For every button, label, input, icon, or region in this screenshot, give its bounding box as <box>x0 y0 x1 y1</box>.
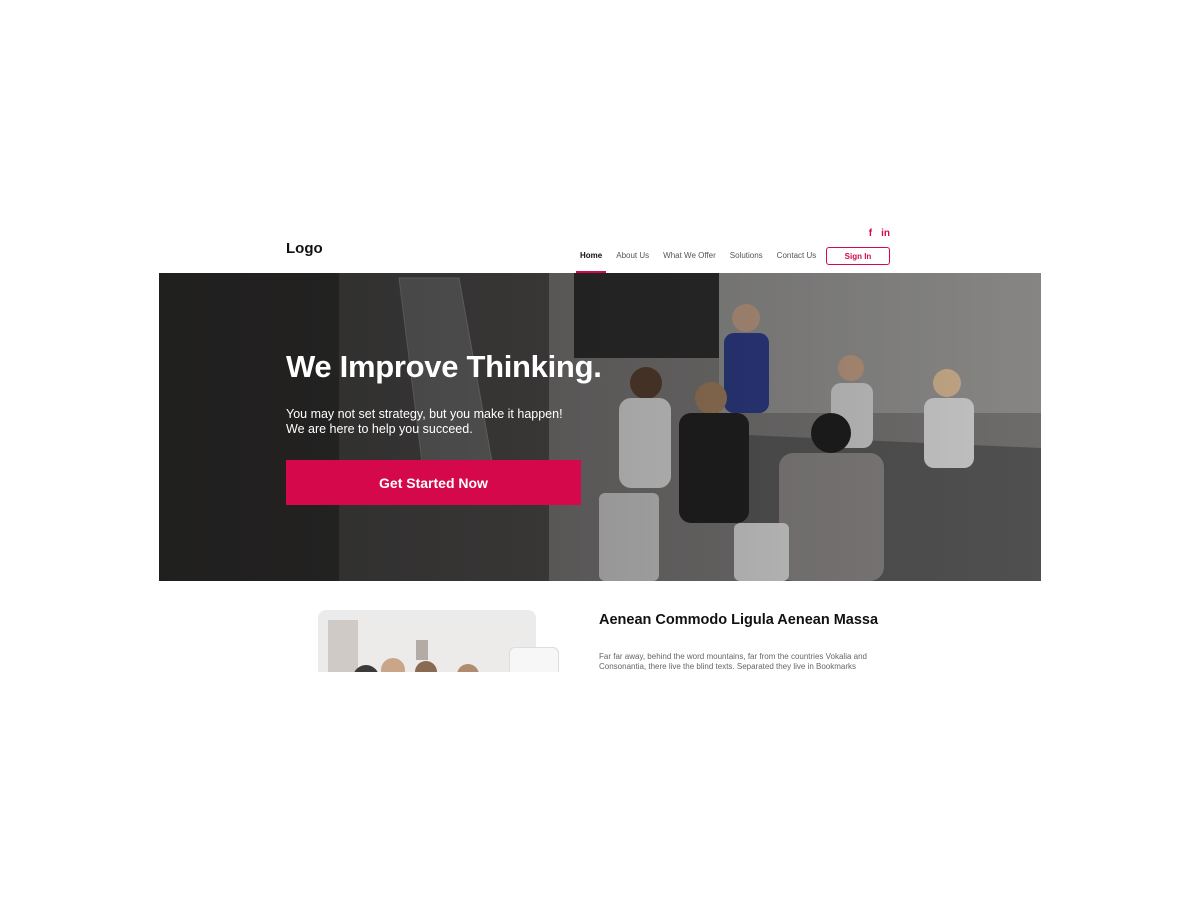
feature-section: Aenean Commodo Ligula Aenean Massa Far f… <box>159 581 1041 672</box>
tablet-screen-image <box>328 620 526 672</box>
site-logo[interactable]: Logo <box>286 240 323 257</box>
phone-mockup <box>509 647 559 672</box>
nav-item-what-we-offer[interactable]: What We Offer <box>659 244 720 273</box>
hero-subtitle-line-1: You may not set strategy, but you make i… <box>286 407 563 421</box>
nav-item-about-us[interactable]: About Us <box>612 244 653 273</box>
get-started-button[interactable]: Get Started Now <box>286 460 581 505</box>
hero-subtitle: You may not set strategy, but you make i… <box>286 407 563 437</box>
team-photo-image <box>328 620 526 672</box>
tablet-mockup <box>318 610 536 672</box>
nav-item-solutions[interactable]: Solutions <box>726 244 767 273</box>
feature-body: Far far away, behind the word mountains,… <box>599 652 867 671</box>
feature-title: Aenean Commodo Ligula Aenean Massa <box>599 612 879 628</box>
linkedin-icon[interactable]: in <box>881 228 890 239</box>
main-nav: Home About Us What We Offer Solutions Co… <box>576 244 826 273</box>
hero-banner: We Improve Thinking. You may not set str… <box>159 273 1041 581</box>
nav-item-contact-us[interactable]: Contact Us <box>773 244 821 273</box>
site-header: Logo f in Home About Us What We Offer So… <box>159 220 1041 273</box>
hero-subtitle-line-2: We are here to help you succeed. <box>286 422 473 436</box>
nav-item-home[interactable]: Home <box>576 244 607 273</box>
hero-title: We Improve Thinking. <box>286 349 602 384</box>
facebook-icon[interactable]: f <box>869 228 872 239</box>
sign-in-button[interactable]: Sign In <box>826 247 890 265</box>
social-links: f in <box>869 228 890 239</box>
landing-page: Logo f in Home About Us What We Offer So… <box>0 0 1200 900</box>
